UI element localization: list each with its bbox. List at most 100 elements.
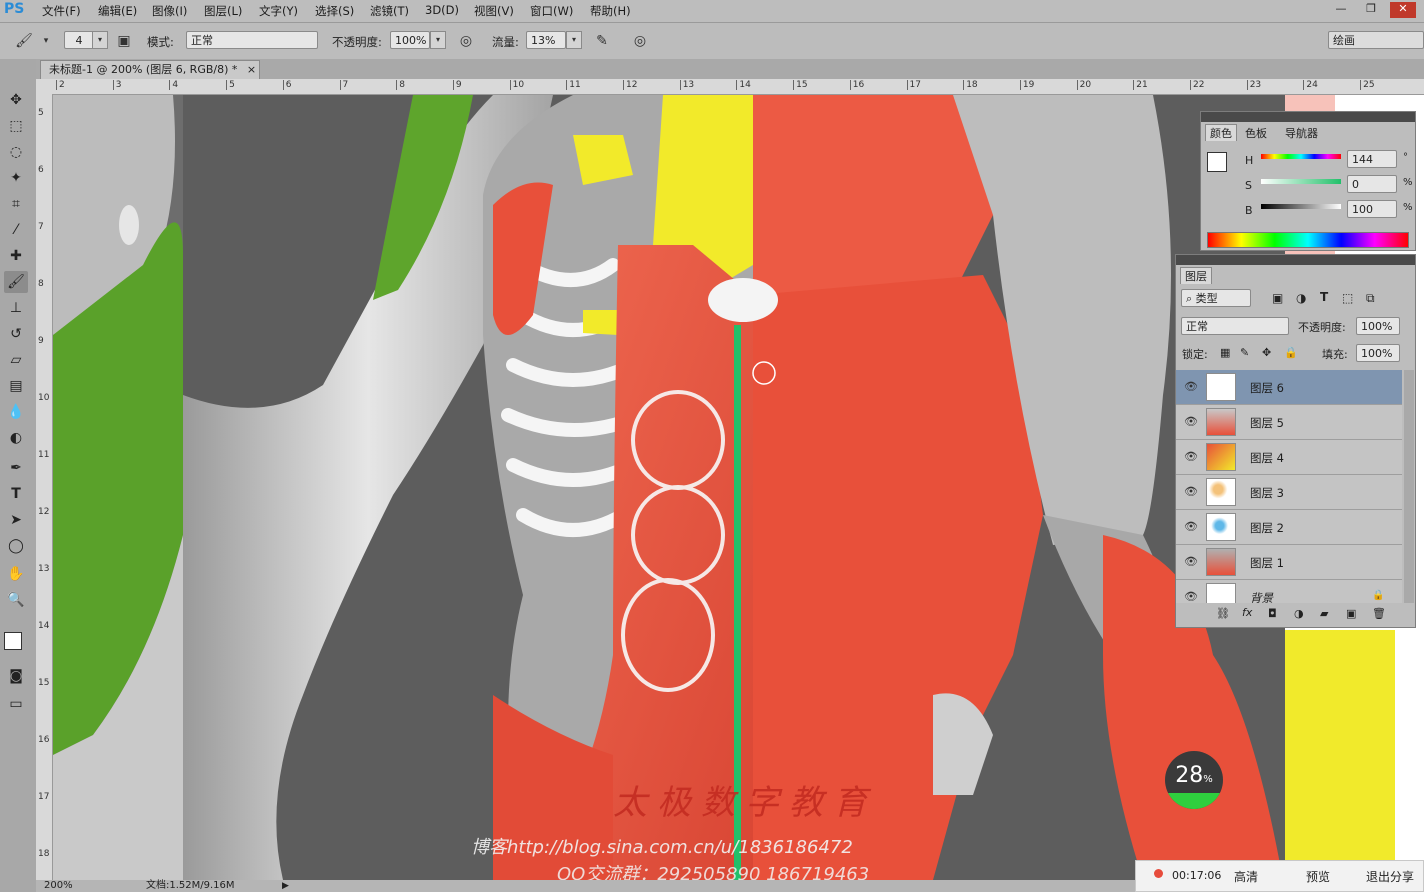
maximize-button[interactable]: ❐: [1358, 2, 1384, 18]
color-spectrum-ramp[interactable]: [1207, 232, 1409, 248]
screen-mode-icon[interactable]: ▭: [4, 693, 28, 715]
brightness-input[interactable]: 100: [1347, 200, 1397, 218]
menu-3d[interactable]: 3D(D): [425, 3, 459, 17]
minimize-button[interactable]: —: [1328, 2, 1354, 18]
visibility-eye-icon[interactable]: 👁: [1184, 590, 1198, 603]
tool-preset-dropdown-icon[interactable]: ▾: [36, 31, 56, 51]
hue-input[interactable]: 144: [1347, 150, 1397, 168]
document-tab[interactable]: 未标题-1 @ 200% (图层 6, RGB/8) * ×: [40, 60, 260, 79]
opacity-input[interactable]: 100%: [390, 31, 430, 49]
filter-pixel-icon[interactable]: ▣: [1272, 291, 1283, 305]
brush-picker-dropdown[interactable]: ▾: [92, 31, 108, 49]
menu-view[interactable]: 视图(V): [474, 3, 514, 19]
brush-panel-icon[interactable]: ▣: [114, 31, 134, 51]
tab-swatches[interactable]: 色板: [1245, 125, 1267, 141]
zoom-level[interactable]: 200%: [44, 880, 73, 892]
new-group-icon[interactable]: ▰: [1320, 607, 1328, 620]
layer-row[interactable]: 👁 图层 6: [1176, 370, 1402, 405]
brush-size-preview[interactable]: 4: [64, 31, 94, 49]
brightness-slider[interactable]: [1261, 204, 1341, 209]
visibility-eye-icon[interactable]: 👁: [1184, 415, 1198, 428]
new-layer-icon[interactable]: ▣: [1346, 607, 1356, 620]
filter-adjustment-icon[interactable]: ◑: [1296, 291, 1306, 305]
path-selection-tool-icon[interactable]: ➤: [4, 509, 28, 531]
menu-layer[interactable]: 图层(L): [204, 3, 242, 19]
layer-row[interactable]: 👁 图层 4: [1176, 440, 1402, 475]
pen-tool-icon[interactable]: ✒: [4, 457, 28, 479]
layer-row[interactable]: 👁 图层 3: [1176, 475, 1402, 510]
tab-navigator[interactable]: 导航器: [1285, 125, 1318, 141]
exit-share-button[interactable]: 退出分享: [1366, 868, 1414, 885]
hue-slider[interactable]: [1261, 154, 1341, 159]
mode-select[interactable]: 正常: [186, 31, 318, 49]
filter-type-icon[interactable]: T: [1320, 290, 1328, 304]
visibility-eye-icon[interactable]: 👁: [1184, 485, 1198, 498]
delete-layer-icon[interactable]: 🗑: [1372, 607, 1386, 620]
color-foreground-swatch[interactable]: [1207, 152, 1227, 172]
lock-transparent-icon[interactable]: ▦: [1220, 346, 1230, 359]
visibility-eye-icon[interactable]: 👁: [1184, 380, 1198, 393]
workspace-select[interactable]: 绘画: [1328, 31, 1424, 49]
menu-filter[interactable]: 滤镜(T): [370, 3, 409, 19]
blend-mode-select[interactable]: 正常: [1181, 317, 1289, 335]
document-info[interactable]: 文档:1.52M/9.16M: [146, 880, 235, 892]
menu-image[interactable]: 图像(I): [152, 3, 187, 19]
close-button[interactable]: ✕: [1390, 2, 1416, 18]
preview-button[interactable]: 预览: [1306, 868, 1330, 885]
eraser-tool-icon[interactable]: ▱: [4, 349, 28, 371]
filter-smart-object-icon[interactable]: ⧉: [1366, 291, 1375, 306]
ellipse-tool-icon[interactable]: ◯: [4, 535, 28, 557]
menu-edit[interactable]: 编辑(E): [98, 3, 137, 19]
gradient-tool-icon[interactable]: ▤: [4, 375, 28, 397]
eyedropper-tool-icon[interactable]: ⁄: [4, 219, 28, 241]
dodge-tool-icon[interactable]: ◐: [4, 427, 28, 449]
saturation-slider[interactable]: [1261, 179, 1341, 184]
visibility-eye-icon[interactable]: 👁: [1184, 520, 1198, 533]
saturation-input[interactable]: 0: [1347, 175, 1397, 193]
layer-style-icon[interactable]: fx: [1242, 606, 1252, 619]
document-tab-close-icon[interactable]: ×: [247, 63, 256, 76]
menu-type[interactable]: 文字(Y): [259, 3, 298, 19]
layer-row[interactable]: 👁 背景 🔒: [1176, 580, 1402, 603]
tab-color[interactable]: 颜色: [1205, 124, 1237, 141]
quality-button[interactable]: 高清: [1234, 868, 1258, 885]
crop-tool-icon[interactable]: ⌗: [4, 193, 28, 215]
layer-row[interactable]: 👁 图层 5: [1176, 405, 1402, 440]
menu-select[interactable]: 选择(S): [315, 3, 354, 19]
type-tool-icon[interactable]: T: [4, 483, 28, 505]
hand-tool-icon[interactable]: ✋: [4, 563, 28, 585]
flow-dropdown[interactable]: ▾: [566, 31, 582, 49]
filter-shape-icon[interactable]: ⬚: [1342, 291, 1353, 305]
quick-mask-icon[interactable]: ◙: [4, 665, 28, 687]
brush-tool-icon[interactable]: 🖌: [4, 271, 28, 293]
lasso-tool-icon[interactable]: ◌: [4, 141, 28, 163]
flow-input[interactable]: 13%: [526, 31, 566, 49]
lock-all-icon[interactable]: 🔒: [1284, 346, 1298, 359]
tab-layers[interactable]: 图层: [1180, 267, 1212, 284]
visibility-eye-icon[interactable]: 👁: [1184, 555, 1198, 568]
airbrush-icon[interactable]: ✎: [592, 31, 612, 51]
history-brush-tool-icon[interactable]: ↺: [4, 323, 28, 345]
magic-wand-tool-icon[interactable]: ✦: [4, 167, 28, 189]
pressure-size-icon[interactable]: ◎: [630, 31, 650, 51]
opacity-dropdown[interactable]: ▾: [430, 31, 446, 49]
zoom-tool-icon[interactable]: 🔍: [4, 589, 28, 611]
menu-file[interactable]: 文件(F): [42, 3, 81, 19]
layer-filter-select[interactable]: ⌕ 类型: [1181, 289, 1251, 307]
pressure-opacity-icon[interactable]: ◎: [456, 31, 476, 51]
layer-row[interactable]: 👁 图层 1: [1176, 545, 1402, 580]
status-menu-arrow-icon[interactable]: ▶: [282, 880, 289, 892]
layer-list-scrollbar[interactable]: [1404, 370, 1414, 603]
clone-stamp-tool-icon[interactable]: ⊥: [4, 297, 28, 319]
foreground-color-swatch[interactable]: [4, 632, 22, 650]
fill-input[interactable]: 100%: [1356, 344, 1400, 362]
layer-row[interactable]: 👁 图层 2: [1176, 510, 1402, 545]
add-mask-icon[interactable]: ◘: [1268, 607, 1277, 620]
lock-position-icon[interactable]: ✥: [1262, 346, 1271, 359]
brush-tool-icon[interactable]: 🖌: [14, 31, 34, 51]
link-layers-icon[interactable]: ⛓: [1216, 607, 1230, 620]
menu-window[interactable]: 窗口(W): [530, 3, 573, 19]
marquee-tool-icon[interactable]: ⬚: [4, 115, 28, 137]
menu-help[interactable]: 帮助(H): [590, 3, 631, 19]
lock-pixels-icon[interactable]: ✎: [1240, 346, 1249, 359]
